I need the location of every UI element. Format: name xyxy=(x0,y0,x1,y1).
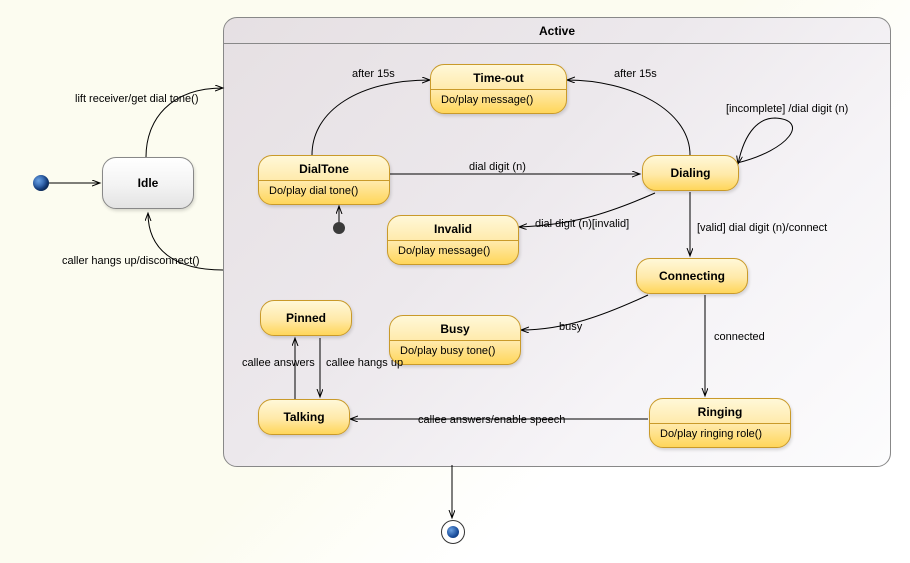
state-dialing: Dialing xyxy=(642,155,739,191)
state-ringing-name: Ringing xyxy=(650,399,790,423)
label-dialing-to-invalid: dial digit (n)[invalid] xyxy=(535,218,629,230)
state-busy-name: Busy xyxy=(390,316,520,340)
label-talking-to-pinned: callee answers xyxy=(242,357,315,369)
label-dt-to-timeout: after 15s xyxy=(352,68,395,80)
state-invalid-name: Invalid xyxy=(388,216,518,240)
final-state xyxy=(441,520,465,544)
state-pinned-name: Pinned xyxy=(261,301,351,335)
state-pinned: Pinned xyxy=(260,300,352,336)
state-dialing-name: Dialing xyxy=(643,156,738,190)
final-state-inner xyxy=(447,526,459,538)
label-dt-to-dialing: dial digit (n) xyxy=(469,161,526,173)
label-pinned-to-talking: callee hangs up xyxy=(326,357,403,369)
state-talking-name: Talking xyxy=(259,400,349,434)
state-timeout-name: Time-out xyxy=(431,65,566,89)
state-talking: Talking xyxy=(258,399,350,435)
label-dialing-to-timeout: after 15s xyxy=(614,68,657,80)
label-idle-to-active: lift receiver/get dial tone() xyxy=(75,93,199,105)
state-idle-name: Idle xyxy=(138,176,159,190)
label-connecting-to-ringing: connected xyxy=(714,331,765,343)
state-timeout: Time-out Do/play message() xyxy=(430,64,567,114)
state-dialtone: DialTone Do/play dial tone() xyxy=(258,155,390,205)
label-ringing-to-talking: callee answers/enable speech xyxy=(418,414,565,426)
label-active-to-idle: caller hangs up/disconnect() xyxy=(62,255,200,267)
label-dialing-to-connecting: [valid] dial digit (n)/connect xyxy=(697,222,827,234)
state-connecting: Connecting xyxy=(636,258,748,294)
state-ringing: Ringing Do/play ringing role() xyxy=(649,398,791,448)
label-connecting-to-busy: busy xyxy=(559,321,582,333)
composite-title: Active xyxy=(224,18,890,44)
state-busy: Busy Do/play busy tone() xyxy=(389,315,521,365)
state-dialtone-activity: Do/play dial tone() xyxy=(259,181,389,204)
state-idle: Idle xyxy=(102,157,194,209)
inner-initial-state xyxy=(333,222,345,234)
initial-state xyxy=(33,175,49,191)
state-ringing-activity: Do/play ringing role() xyxy=(650,424,790,447)
state-invalid-activity: Do/play message() xyxy=(388,241,518,264)
state-invalid: Invalid Do/play message() xyxy=(387,215,519,265)
state-dialtone-name: DialTone xyxy=(259,156,389,180)
state-busy-activity: Do/play busy tone() xyxy=(390,341,520,364)
label-dialing-self: [incomplete] /dial digit (n) xyxy=(726,103,848,115)
state-timeout-activity: Do/play message() xyxy=(431,90,566,113)
state-connecting-name: Connecting xyxy=(637,259,747,293)
